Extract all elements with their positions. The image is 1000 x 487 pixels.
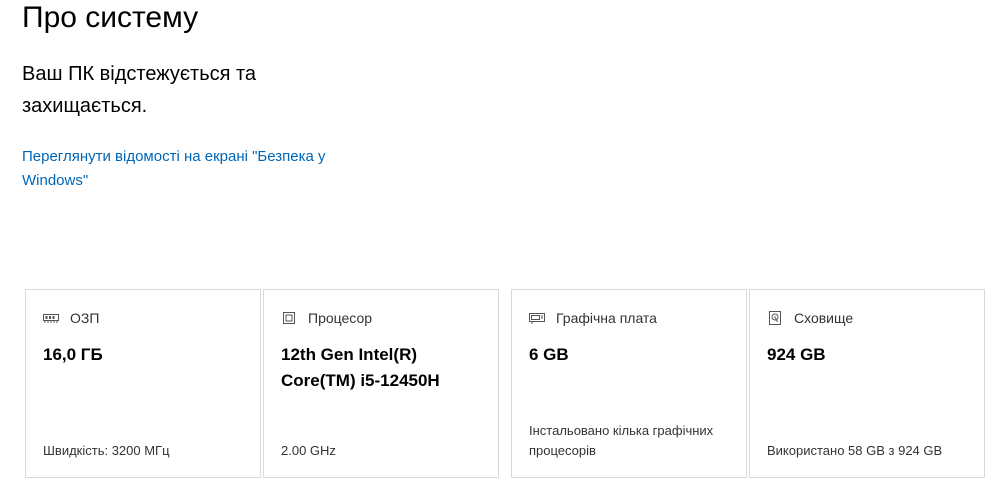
ram-card-footer: Швидкість: 3200 МГц (43, 443, 170, 458)
storage-card-value: 924 GB (767, 345, 826, 364)
ram-card-label: ОЗП (70, 310, 100, 326)
graphics-card-icon (529, 311, 545, 325)
processor-card-header: Процесор (281, 308, 372, 328)
storage-icon (767, 311, 783, 325)
graphics-card-card: Графічна плата 6 GB Інстальовано кілька … (511, 289, 747, 478)
protection-status-text: Ваш ПК відстежується та захищається. (22, 63, 257, 117)
storage-card: Сховище 924 GB Використано 58 GB з 924 G… (749, 289, 985, 478)
storage-card-header: Сховище (767, 308, 853, 328)
graphics-card-label: Графічна плата (556, 310, 657, 326)
ram-card-value: 16,0 ГБ (43, 345, 103, 364)
processor-card: Процесор 12th Gen Intel(R) Core(TM) i5-1… (263, 289, 499, 478)
windows-security-link[interactable]: Переглянути відомості на екрані "Безпека… (22, 145, 392, 193)
graphics-card-header: Графічна плата (529, 308, 657, 328)
graphics-card-footer: Інстальовано кілька графічних процесорів (529, 423, 714, 458)
graphics-card-value: 6 GB (529, 345, 569, 364)
processor-card-value: 12th Gen Intel(R) Core(TM) i5-12450H (281, 345, 440, 390)
ram-card-header: ОЗП (43, 308, 99, 328)
processor-card-footer: 2.00 GHz (281, 443, 336, 458)
processor-icon (281, 311, 297, 325)
processor-card-label: Процесор (308, 310, 373, 326)
page-title: Про систему (22, 1, 199, 34)
memory-icon (43, 311, 59, 325)
storage-card-footer: Використано 58 GB з 924 GB (767, 443, 943, 458)
ram-card: ОЗП 16,0 ГБ Швидкість: 3200 МГц (25, 289, 261, 478)
device-specs-cards: ОЗП 16,0 ГБ Швидкість: 3200 МГц Процесор… (25, 289, 985, 480)
storage-card-label: Сховище (794, 310, 854, 326)
